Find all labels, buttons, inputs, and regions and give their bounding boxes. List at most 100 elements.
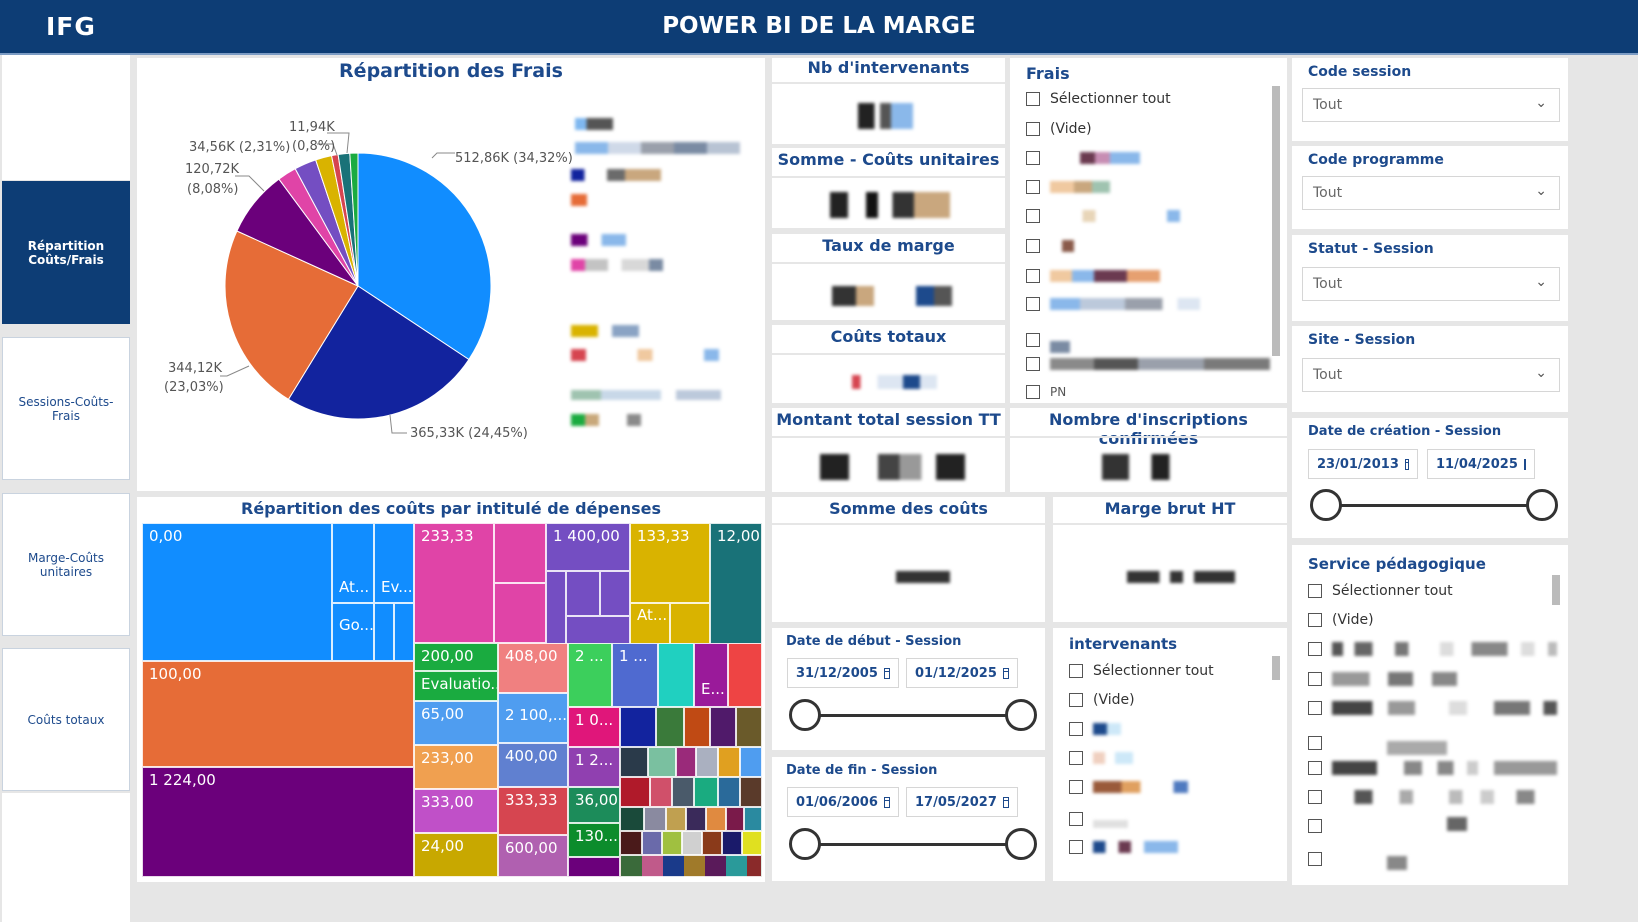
treemap-cell[interactable]: 133,33 [630,523,710,603]
frais-scrollbar[interactable] [1272,86,1280,356]
treemap-cell[interactable]: 24,00 [414,833,498,877]
treemap-cell[interactable]: 400,00 [498,743,568,787]
frais-select-all[interactable]: Sélectionner tout [1026,91,1171,107]
checkbox[interactable] [1026,151,1040,165]
treemap-cell-small[interactable] [684,707,710,747]
treemap-cell-small[interactable] [710,707,736,747]
treemap-cell-small[interactable] [620,777,650,807]
intervenants-item[interactable] [1069,722,1121,736]
treemap-cell-small[interactable] [642,831,662,855]
checkbox[interactable] [1069,812,1083,826]
intervenants-item[interactable] [1069,810,1128,828]
treemap-cell-small[interactable] [686,807,706,831]
treemap-cell[interactable]: Ev... [374,523,414,603]
treemap-cell[interactable]: 233,00 [414,745,498,789]
date-fin-slider-end-handle[interactable] [1005,828,1037,860]
treemap-cell-small[interactable] [494,523,546,583]
treemap-cell[interactable]: 36,00 [568,787,620,823]
treemap-cell-small[interactable] [658,643,694,707]
service-item[interactable] [1308,848,1407,870]
frais-item[interactable] [1026,297,1200,311]
checkbox[interactable] [1069,693,1083,707]
treemap-cell[interactable]: Evaluatio... [414,671,498,701]
treemap-cell-small[interactable] [650,777,672,807]
checkbox[interactable] [1026,297,1040,311]
treemap-cell[interactable]: 1 2... [568,747,620,787]
treemap-cell[interactable]: Go... [332,603,374,661]
treemap-cell-small[interactable] [600,571,630,616]
treemap-cell-small[interactable] [718,747,740,777]
checkbox[interactable] [1026,122,1040,136]
treemap-cell-small[interactable] [740,747,762,777]
treemap-cell-small[interactable] [682,831,702,855]
treemap-cell-small[interactable] [620,747,648,777]
checkbox[interactable] [1026,385,1040,399]
treemap-cell-small[interactable] [740,777,762,807]
checkbox[interactable] [1308,672,1322,686]
frais-empty[interactable]: (Vide) [1026,121,1092,137]
treemap-cell[interactable]: 1 400,00 [546,523,630,571]
treemap-cell[interactable]: E... [694,643,728,707]
checkbox[interactable] [1308,613,1322,627]
treemap-cell-small[interactable] [394,603,414,661]
treemap-cell[interactable]: 600,00 [498,835,568,877]
frais-item[interactable] [1026,269,1160,283]
code-session-dropdown[interactable]: Tout ⌄ [1302,88,1560,122]
treemap-cell-small[interactable] [736,707,762,747]
service-item[interactable] [1308,672,1457,686]
date-debut-slider-end-handle[interactable] [1005,699,1037,731]
treemap-cell[interactable]: 130... [568,823,620,857]
statut-session-dropdown[interactable]: Tout ⌄ [1302,267,1560,301]
treemap-cell-small[interactable] [494,583,546,643]
code-programme-dropdown[interactable]: Tout ⌄ [1302,176,1560,210]
frais-item[interactable] [1026,151,1150,165]
treemap-cell[interactable]: 1 0... [568,707,620,747]
date-fin-slider-track[interactable] [805,843,1021,846]
treemap-cell-small[interactable] [728,643,762,707]
treemap-cell-small[interactable] [662,831,682,855]
service-select-all[interactable]: Sélectionner tout [1308,583,1453,599]
checkbox[interactable] [1308,761,1322,775]
treemap[interactable]: 0,00 At... Ev... Go... 233,33 1 400,00 1… [142,523,762,877]
intervenants-empty[interactable]: (Vide) [1069,692,1135,708]
checkbox[interactable] [1069,780,1083,794]
checkbox[interactable] [1308,852,1322,866]
treemap-cell-small[interactable] [648,747,676,777]
date-debut-slider-track[interactable] [805,714,1021,717]
date-creation-end[interactable]: 11/04/2025 [1427,449,1535,479]
checkbox[interactable] [1308,736,1322,750]
checkbox[interactable] [1026,209,1040,223]
treemap-cell-small[interactable] [672,777,694,807]
treemap-cell-small[interactable] [676,747,696,777]
treemap-cell[interactable]: 1 224,00 [142,767,414,877]
treemap-cell[interactable]: 0,00 [142,523,332,661]
treemap-cell-small[interactable] [656,707,684,747]
intervenants-item[interactable] [1069,751,1133,765]
treemap-cell-small[interactable] [620,807,644,831]
treemap-cell-small[interactable] [726,807,744,831]
checkbox[interactable] [1026,239,1040,253]
date-debut-slider-start-handle[interactable] [789,699,821,731]
intervenants-item[interactable] [1069,780,1188,794]
treemap-cell-small[interactable] [374,603,394,661]
treemap-cell-small[interactable] [706,807,726,831]
treemap-cell[interactable]: 2 ... [568,643,612,707]
treemap-cell[interactable]: 408,00 [498,643,568,693]
treemap-cell[interactable]: 1 ... [612,643,658,707]
service-item[interactable] [1308,761,1557,775]
treemap-cell[interactable]: At... [332,523,374,603]
checkbox[interactable] [1069,751,1083,765]
treemap-cell-small[interactable] [696,747,718,777]
treemap-cell[interactable]: 333,33 [498,787,568,835]
treemap-cell[interactable]: 233,33 [414,523,494,643]
treemap-cell-small[interactable] [666,807,686,831]
service-item[interactable] [1308,701,1557,715]
checkbox[interactable] [1069,722,1083,736]
intervenants-item[interactable] [1069,840,1178,854]
nav-sessions-couts-frais[interactable]: Sessions-Coûts-Frais [2,337,130,480]
treemap-cell-small[interactable] [744,807,762,831]
checkbox[interactable] [1308,584,1322,598]
checkbox[interactable] [1026,333,1040,347]
service-item[interactable] [1308,731,1447,755]
site-session-dropdown[interactable]: Tout ⌄ [1302,358,1560,392]
